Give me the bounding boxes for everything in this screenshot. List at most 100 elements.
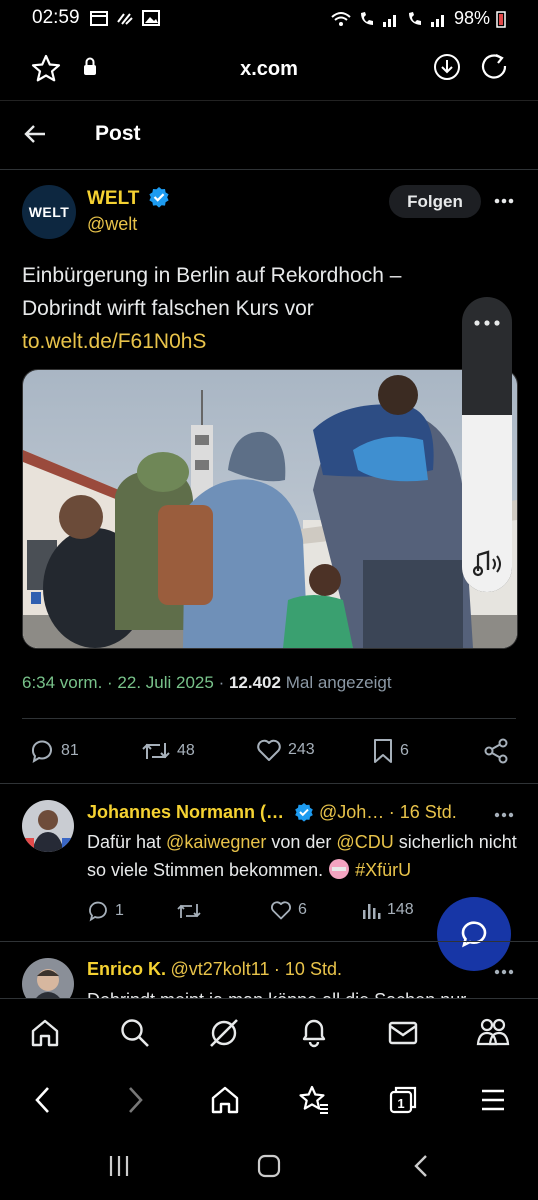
reply-text: Dobrindt meint ja man könne all die Sach… <box>87 986 466 998</box>
author-name[interactable]: WELT <box>87 186 170 210</box>
browser-bottom-nav: 1 <box>0 1066 538 1134</box>
status-bar: 02:59 98% <box>0 0 538 38</box>
browser-address-bar: x.com <box>0 38 538 98</box>
reply-1-reply-button[interactable]: 1 <box>87 900 124 922</box>
reply-author-handle[interactable]: @vt27kolt11 <box>170 959 269 979</box>
post-time[interactable]: 6:34 vorm. <box>22 673 102 692</box>
image-icon <box>142 10 160 26</box>
notifications-bell-icon[interactable] <box>298 1016 330 1048</box>
repost-icon <box>142 743 170 759</box>
recent-apps-icon[interactable] <box>108 1154 132 1178</box>
bookmark-count: 6 <box>400 742 409 759</box>
communities-icon[interactable] <box>476 1016 510 1048</box>
author-handle[interactable]: @welt <box>87 214 137 235</box>
reply-item[interactable]: Enrico K. @vt27kolt11 · 10 Std. Dobrindt… <box>0 942 538 998</box>
post-image[interactable] <box>22 369 518 649</box>
menu-hamburger-icon[interactable] <box>480 1087 506 1113</box>
signal-1-icon <box>382 14 396 27</box>
reply-avatar[interactable] <box>22 800 74 852</box>
reload-icon[interactable] <box>480 52 508 80</box>
follow-button[interactable]: Folgen <box>389 185 481 218</box>
forward-chevron-icon[interactable] <box>124 1085 146 1115</box>
status-time: 02:59 <box>32 7 80 28</box>
browser-home-icon[interactable] <box>210 1085 240 1115</box>
reply-header: Enrico K. @vt27kolt11 · 10 Std. <box>87 959 342 979</box>
post-meta: 6:34 vorm. · 22. Juli 2025 · 12.402 Mal … <box>22 673 392 692</box>
reply-1-like-button[interactable]: 6 <box>270 900 307 920</box>
post-link[interactable]: to.welt.de/F61N0hS <box>22 330 206 353</box>
status-system-icons: 98% <box>330 8 506 29</box>
call-icon <box>360 11 373 25</box>
reply-time[interactable]: 16 Std. <box>400 802 457 822</box>
reply-more-icon[interactable] <box>494 968 514 976</box>
mention-link[interactable]: @kaiwegner <box>166 832 266 852</box>
reply-button[interactable]: 81 <box>29 738 79 764</box>
system-back-icon[interactable] <box>410 1154 434 1178</box>
music-note-icon[interactable] <box>470 549 504 579</box>
back-arrow-icon[interactable] <box>23 123 47 145</box>
page-title: Post <box>95 122 141 145</box>
post-text-body: Einbürgerung in Berlin auf Rekordhoch – … <box>22 264 402 320</box>
reply-author-name[interactable]: Enrico K. <box>87 959 166 979</box>
bookmark-button[interactable]: 6 <box>372 738 409 764</box>
post-photo <box>23 370 517 648</box>
volume-more-icon[interactable] <box>473 319 501 327</box>
battery-icon <box>496 10 506 28</box>
hashtag-link[interactable]: #XfürU <box>355 860 411 880</box>
tabs-icon[interactable]: 1 <box>388 1085 418 1115</box>
mention-link[interactable]: @CDU <box>336 832 393 852</box>
reply-more-icon[interactable] <box>494 811 514 819</box>
heart-icon <box>271 901 291 920</box>
share-icon <box>484 738 508 764</box>
bookmarks-star-icon[interactable] <box>298 1084 330 1116</box>
reply-count: 81 <box>61 742 79 759</box>
like-count: 6 <box>298 901 307 918</box>
repost-count: 48 <box>177 742 195 759</box>
reply-header: Johannes Normann (… @Joh… · 16 Std. <box>87 802 457 822</box>
views-count: 148 <box>387 901 414 918</box>
divider <box>0 169 538 170</box>
messages-mail-icon[interactable] <box>387 1017 419 1049</box>
call-2-icon <box>408 11 421 25</box>
battery-percent: 98% <box>453 8 490 28</box>
like-count: 243 <box>288 741 315 758</box>
hashtag-emoji-icon <box>329 859 350 879</box>
repost-icon <box>177 904 201 918</box>
reply-time[interactable]: 10 Std. <box>285 959 342 979</box>
volume-slider[interactable] <box>462 297 512 592</box>
share-button[interactable] <box>483 738 509 764</box>
system-home-icon[interactable] <box>257 1154 281 1178</box>
reply-author-handle[interactable]: @Joh… <box>319 802 384 822</box>
reply-icon <box>89 901 107 922</box>
reply-text-part: Dafür hat <box>87 832 167 852</box>
calendar-icon <box>90 11 108 26</box>
system-nav-bar <box>0 1134 538 1200</box>
data-saver-icon <box>117 13 133 25</box>
post-views-label: Mal angezeigt <box>285 673 392 692</box>
reply-author-name[interactable]: Johannes Normann (… <box>87 802 284 822</box>
avatar-photo <box>22 958 74 998</box>
reply-text: Dafür hat @kaiwegner von der @CDU sicher… <box>87 828 517 884</box>
svg-text:1: 1 <box>397 1096 404 1111</box>
more-options-icon[interactable] <box>494 197 514 205</box>
author-avatar[interactable]: WELT <box>22 185 76 239</box>
reply-icon <box>31 740 52 764</box>
author-name-text: WELT <box>87 188 140 209</box>
analytics-icon <box>363 904 381 919</box>
divider <box>0 783 538 784</box>
reply-1-repost-button[interactable] <box>176 900 202 922</box>
search-icon[interactable] <box>119 1017 151 1049</box>
back-chevron-icon[interactable] <box>32 1085 54 1115</box>
home-icon[interactable] <box>29 1017 61 1049</box>
reply-avatar[interactable] <box>22 958 74 998</box>
download-icon[interactable] <box>433 53 461 81</box>
repost-button[interactable]: 48 <box>141 738 195 764</box>
bookmark-icon <box>374 739 392 763</box>
like-button[interactable]: 243 <box>256 738 315 762</box>
post-date[interactable]: 22. Juli 2025 <box>117 673 213 692</box>
heart-icon <box>257 739 281 761</box>
grok-icon[interactable] <box>208 1017 240 1049</box>
reply-1-views-button[interactable]: 148 <box>361 900 414 920</box>
reply-count: 1 <box>115 902 124 919</box>
post-text: Einbürgerung in Berlin auf Rekordhoch – … <box>22 259 462 358</box>
